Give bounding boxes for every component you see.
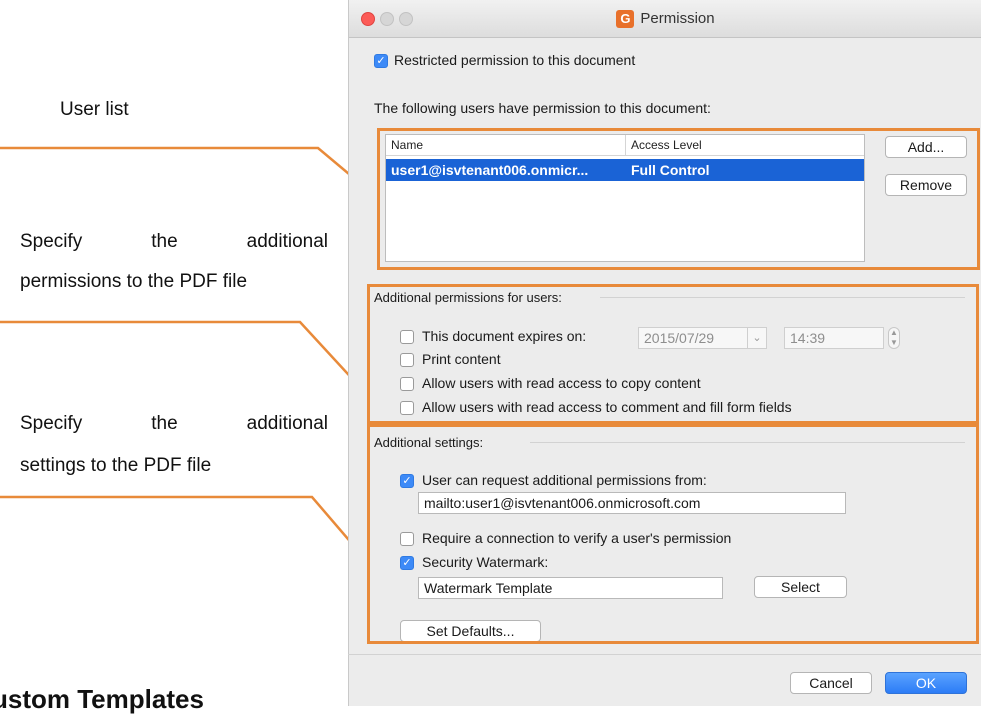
user-list-highlight (377, 128, 980, 270)
restrict-permission-label: Restricted permission to this document (394, 52, 636, 68)
app-icon: G (616, 9, 635, 28)
cancel-button[interactable]: Cancel (790, 672, 872, 694)
title-bar: G Permission (349, 0, 981, 38)
permissions-highlight (367, 284, 979, 424)
settings-highlight (367, 424, 979, 644)
ok-button[interactable]: OK (885, 672, 967, 694)
document-heading: ustom Templates (0, 684, 204, 714)
window-title: Permission (640, 10, 715, 27)
restrict-permission-checkbox[interactable]: ✓ (374, 54, 388, 68)
users-intro-text: The following users have permission to t… (374, 100, 711, 116)
footer-divider (348, 654, 981, 655)
